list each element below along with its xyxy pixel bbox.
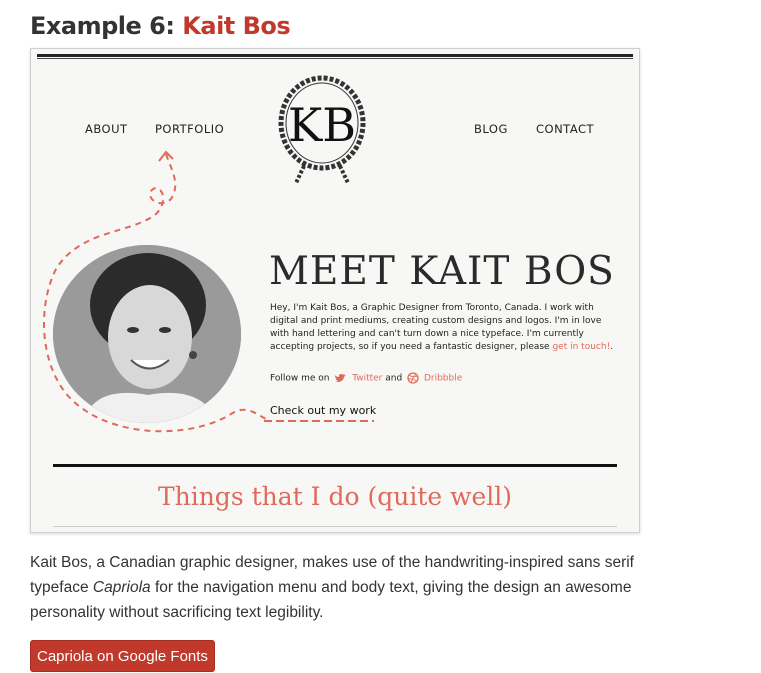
section-divider <box>53 464 617 467</box>
capriola-google-fonts-button[interactable]: Capriola on Google Fonts <box>30 640 215 672</box>
things-title: Things that I do (quite well) <box>157 482 513 511</box>
typeface-name: Capriola <box>92 579 151 596</box>
dribbble-link[interactable]: Dribbble <box>424 374 462 384</box>
bio-end: . <box>610 342 614 352</box>
and-word: and <box>385 373 403 384</box>
get-in-touch-link[interactable]: get in touch! <box>552 342 610 352</box>
dribbble-icon[interactable] <box>407 372 419 384</box>
follow-prefix: Follow me on <box>270 373 330 384</box>
check-out-work-link[interactable]: Check out my work <box>270 404 376 417</box>
profile-photo <box>53 245 241 423</box>
bottom-rule <box>53 526 617 527</box>
heading-prefix: Example 6: <box>30 12 183 40</box>
page-heading: Example 6: Kait Bos <box>30 12 291 40</box>
heading-name: Kait Bos <box>182 12 291 40</box>
site-preview: ABOUT PORTFOLIO BLOG CONTACT KB MEET KAI… <box>31 49 639 532</box>
description-paragraph: Kait Bos, a Canadian graphic designer, m… <box>30 550 670 625</box>
bio-paragraph: Hey, I'm Kait Bos, a Graphic Designer fr… <box>270 302 622 354</box>
follow-row: Follow me on Twitter and Dribbble <box>270 372 462 384</box>
screenshot-frame: ABOUT PORTFOLIO BLOG CONTACT KB MEET KAI… <box>30 48 640 533</box>
twitter-icon[interactable] <box>334 373 347 384</box>
meet-title: MEET KAIT BOS <box>269 249 615 294</box>
twitter-link[interactable]: Twitter <box>352 374 382 384</box>
